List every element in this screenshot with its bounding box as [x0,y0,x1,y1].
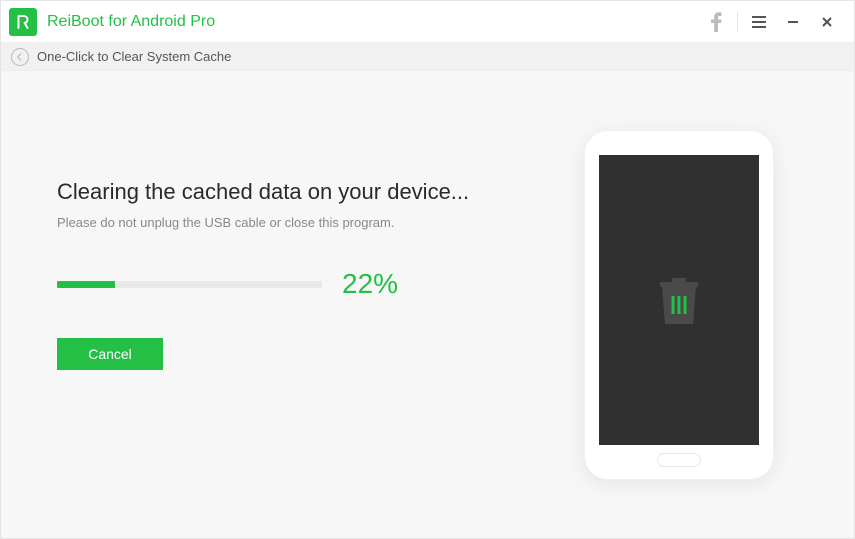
phone-home-button [657,453,701,467]
breadcrumb-text: One-Click to Clear System Cache [37,49,231,64]
progress-percent: 22% [342,268,398,300]
titlebar: ReiBoot for Android Pro [1,1,854,43]
minimize-button[interactable] [776,1,810,43]
trash-icon [654,272,704,328]
close-button[interactable] [810,1,844,43]
content-area: Clearing the cached data on your device.… [1,71,854,538]
menu-icon[interactable] [742,1,776,43]
progress-row: 22% [57,268,554,300]
back-button[interactable] [11,48,29,66]
phone-screen [599,155,759,445]
progress-bar [57,281,322,288]
breadcrumb-bar: One-Click to Clear System Cache [1,43,854,71]
phone-illustration [584,130,774,480]
app-logo-icon [9,8,37,36]
facebook-icon[interactable] [699,1,733,43]
title-controls [699,1,844,43]
progress-fill [57,281,115,288]
heading: Clearing the cached data on your device.… [57,179,554,205]
cancel-button[interactable]: Cancel [57,338,163,370]
app-window: ReiBoot for Android Pro [0,0,855,539]
left-pane: Clearing the cached data on your device.… [51,111,554,498]
right-pane [554,111,804,498]
app-title: ReiBoot for Android Pro [47,13,699,31]
subtext: Please do not unplug the USB cable or cl… [57,215,554,230]
separator [737,12,738,32]
